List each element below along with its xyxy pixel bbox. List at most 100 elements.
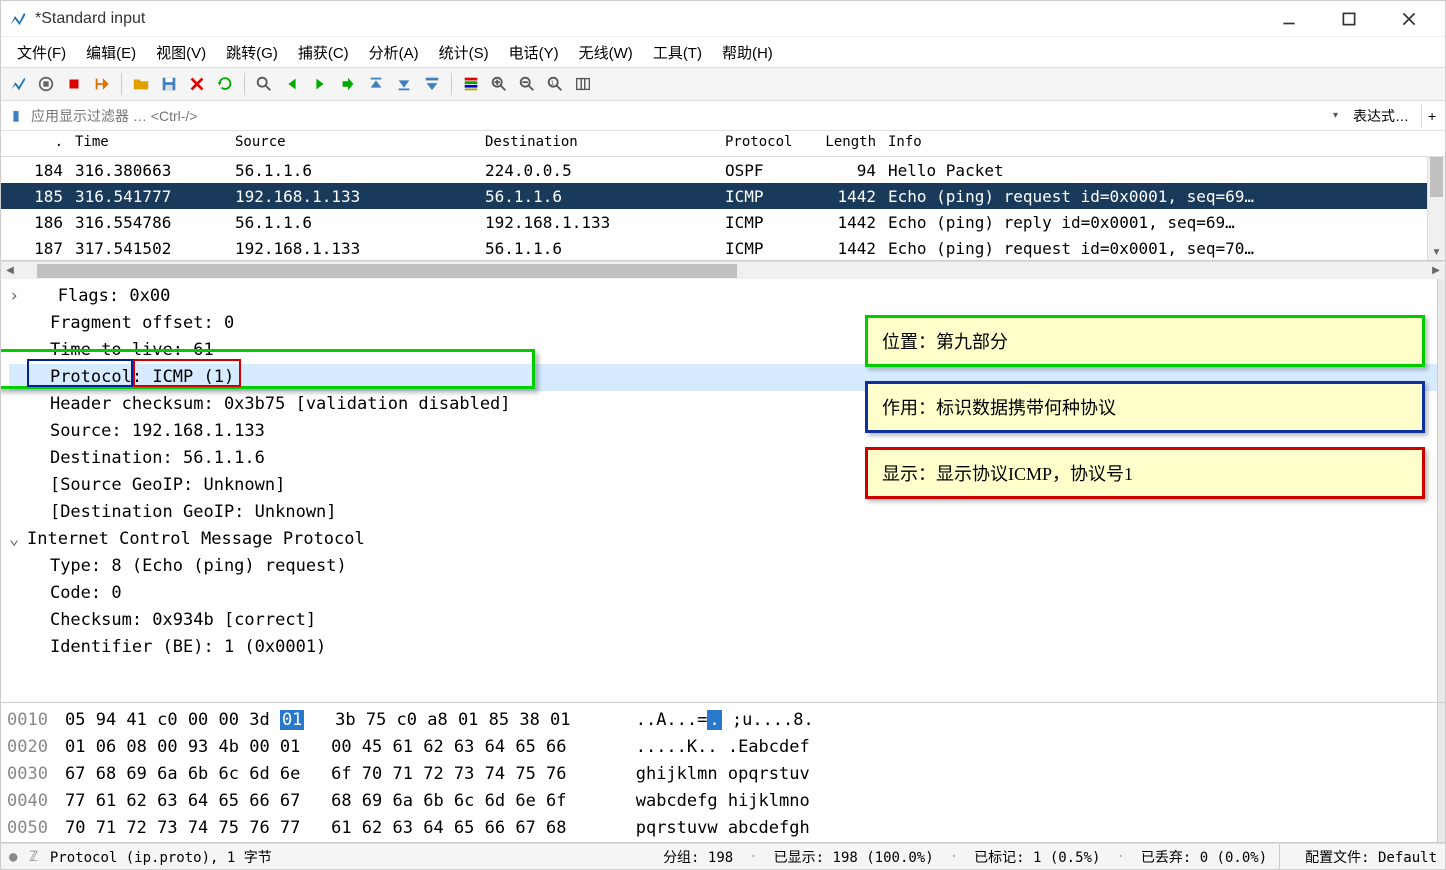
collapse-icon[interactable]: ⌄ [9,526,27,553]
go-first-icon[interactable] [363,71,389,97]
close-file-icon[interactable] [184,71,210,97]
colorize-icon[interactable] [458,71,484,97]
detail-geodst[interactable]: [Destination GeoIP: Unknown] [50,502,337,522]
title-bar: *Standard input [1,1,1445,37]
hex-row[interactable]: 002001 06 08 00 93 4b 00 01 00 45 61 62 … [7,734,1439,761]
col-protocol[interactable]: Protocol [719,131,814,156]
hex-row[interactable]: 003067 68 69 6a 6b 6c 6d 6e 6f 70 71 72 … [7,761,1439,788]
detail-icmp-code[interactable]: Code: 0 [50,583,122,603]
status-displayed: 已显示: 198 (100.0%) [774,847,934,867]
packet-list-body[interactable]: 184316.38066356.1.1.6224.0.0.5OSPF94Hell… [1,157,1445,261]
menu-analyze[interactable]: 分析(A) [361,38,427,67]
detail-src[interactable]: Source: 192.168.1.133 [50,421,265,441]
capture-options-icon[interactable] [89,71,115,97]
menu-tools[interactable]: 工具(T) [645,38,710,67]
hex-row[interactable]: 004077 61 62 63 64 65 66 67 68 69 6a 6b … [7,788,1439,815]
status-profile: 配置文件: Default [1305,847,1437,867]
menu-stats[interactable]: 统计(S) [431,38,497,67]
menu-telephony[interactable]: 电话(Y) [501,38,567,67]
callout-position: 位置：第九部分 [865,315,1425,367]
stop-capture-icon[interactable] [33,71,59,97]
detail-flags[interactable]: Flags: 0x00 [58,286,171,306]
detail-checksum[interactable]: Header checksum: 0x3b75 [validation disa… [50,394,511,414]
window-controls [1269,5,1437,33]
detail-dst[interactable]: Destination: 56.1.1.6 [50,448,265,468]
hex-pane[interactable]: 001005 94 41 c0 00 00 3d 01 3b 75 c0 a8 … [1,703,1445,843]
minimize-button[interactable] [1269,5,1309,33]
packet-row[interactable]: 185316.541777192.168.1.13356.1.1.6ICMP14… [1,183,1445,209]
packet-list-scrollbar-h[interactable]: ◀▶ [1,261,1445,279]
menu-capture[interactable]: 捕获(C) [290,38,357,67]
go-last-icon[interactable] [391,71,417,97]
close-button[interactable] [1389,5,1429,33]
maximize-button[interactable] [1329,5,1369,33]
go-back-icon[interactable] [279,71,305,97]
status-dropped: 已丢弃: 0 (0.0%) [1141,847,1267,867]
toolbar: 1 [1,67,1445,101]
packet-row[interactable]: 184316.38066356.1.1.6224.0.0.5OSPF94Hell… [1,157,1445,183]
menu-help[interactable]: 帮助(H) [714,38,781,67]
reload-icon[interactable] [212,71,238,97]
auto-scroll-icon[interactable] [419,71,445,97]
packet-list-header: . Time Source Destination Protocol Lengt… [1,131,1445,157]
start-capture-icon[interactable] [5,71,31,97]
col-time[interactable]: Time [69,131,229,156]
details-right-edge [1437,279,1445,702]
resize-columns-icon[interactable] [570,71,596,97]
restart-capture-icon[interactable] [61,71,87,97]
menu-edit[interactable]: 编辑(E) [78,38,144,67]
menu-file[interactable]: 文件(F) [9,38,74,67]
status-marked: 已标记: 1 (0.5%) [974,847,1100,867]
packet-details[interactable]: › Flags: 0x00 Fragment offset: 0 Time to… [1,279,1445,703]
zoom-in-icon[interactable] [486,71,512,97]
col-source[interactable]: Source [229,131,479,156]
packet-list-scrollbar-v[interactable]: ▼ [1427,157,1445,260]
display-filter-input[interactable] [27,104,1330,128]
col-info[interactable]: Info [882,131,1445,156]
expression-button[interactable]: 表达式… [1343,102,1419,130]
menu-wireless[interactable]: 无线(W) [571,38,641,67]
col-destination[interactable]: Destination [479,131,719,156]
open-file-icon[interactable] [128,71,154,97]
detail-icmp-cksum[interactable]: Checksum: 0x934b [correct] [50,610,316,630]
detail-geosrc[interactable]: [Source GeoIP: Unknown] [50,475,285,495]
menu-view[interactable]: 视图(V) [148,38,214,67]
detail-icmp-type[interactable]: Type: 8 (Echo (ping) request) [50,556,347,576]
zoom-100-icon[interactable]: 1 [542,71,568,97]
status-field: Protocol (ip.proto), 1 字节 [50,847,272,867]
go-to-packet-icon[interactable] [335,71,361,97]
add-filter-button[interactable]: + [1421,104,1441,128]
detail-proto-label: Protocol: [50,367,142,387]
hex-row[interactable]: 001005 94 41 c0 00 00 3d 01 3b 75 c0 a8 … [7,707,1439,734]
annotation-callouts: 位置：第九部分 作用：标识数据携带何种协议 显示：显示协议ICMP，协议号1 [865,315,1425,499]
callout-display: 显示：显示协议ICMP，协议号1 [865,447,1425,499]
save-file-icon[interactable] [156,71,182,97]
callout-role: 作用：标识数据携带何种协议 [865,381,1425,433]
status-expert-icon[interactable]: ℤ [29,849,37,865]
detail-proto-value: ICMP (1) [152,367,234,387]
wireshark-logo-icon [9,10,27,28]
status-dot-icon: ● [9,849,17,865]
bookmark-filter-icon[interactable]: ▮ [5,107,27,124]
window-title: *Standard input [35,10,1269,28]
packet-row[interactable]: 186316.55478656.1.1.6192.168.1.133ICMP14… [1,209,1445,235]
hex-row[interactable]: 005070 71 72 73 74 75 76 77 61 62 63 64 … [7,815,1439,842]
col-no[interactable]: . [1,131,69,156]
menu-go[interactable]: 跳转(G) [218,38,286,67]
filter-bar: ▮ ▾ 表达式… + [1,101,1445,131]
filter-dropdown-icon[interactable]: ▾ [1330,110,1341,121]
go-forward-icon[interactable] [307,71,333,97]
status-packets: 分组: 198 [663,847,733,867]
detail-fragoff[interactable]: Fragment offset: 0 [50,313,234,333]
packet-row[interactable]: 187317.541502192.168.1.13356.1.1.6ICMP14… [1,235,1445,261]
status-bar: ● ℤ Protocol (ip.proto), 1 字节 分组: 198 · … [1,843,1445,869]
find-icon[interactable] [251,71,277,97]
col-length[interactable]: Length [814,131,882,156]
svg-text:1: 1 [551,80,555,87]
detail-icmp-header[interactable]: Internet Control Message Protocol [27,529,365,549]
app-window: *Standard input 文件(F) 编辑(E) 视图(V) 跳转(G) … [0,0,1446,870]
detail-ttl[interactable]: Time to live: 61 [50,340,214,360]
zoom-out-icon[interactable] [514,71,540,97]
expand-icon[interactable]: › [9,283,27,310]
detail-icmp-id[interactable]: Identifier (BE): 1 (0x0001) [50,637,326,657]
